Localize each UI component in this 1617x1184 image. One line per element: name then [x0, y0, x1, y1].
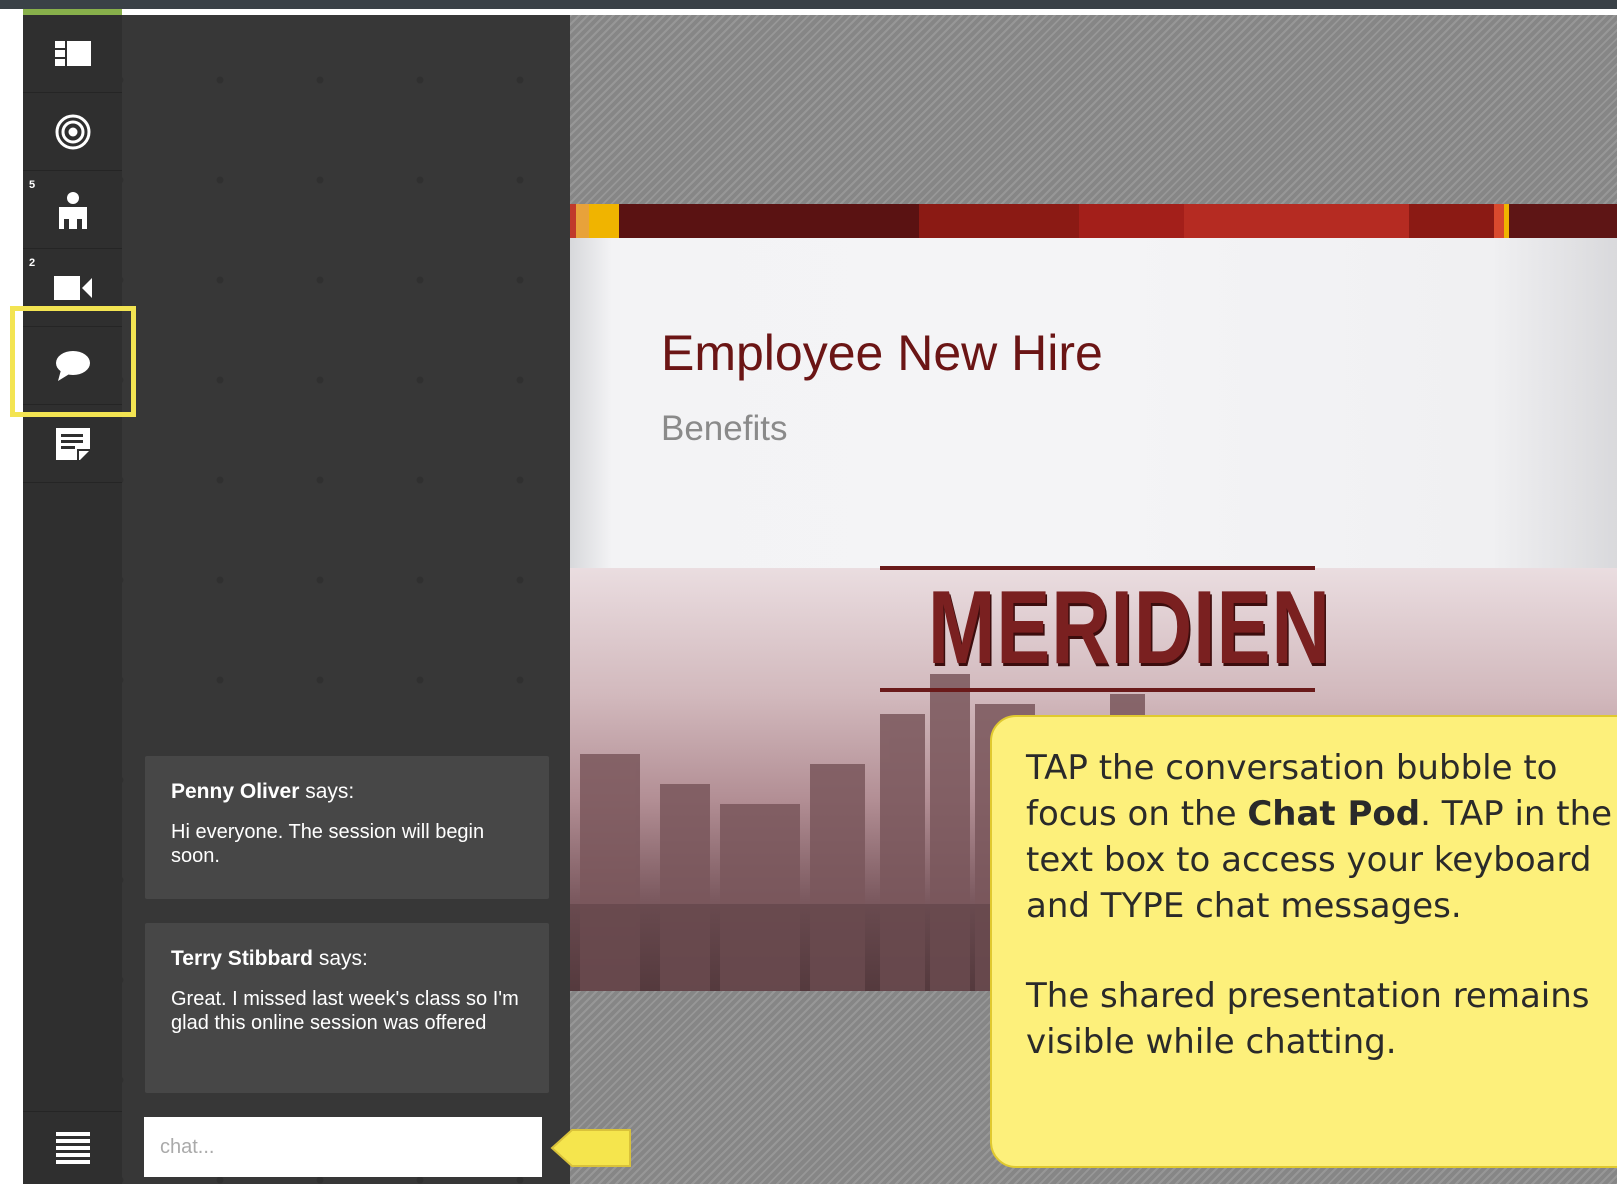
layout-icon [54, 40, 91, 66]
attendees-icon [58, 191, 87, 229]
attendees-button[interactable]: 5 [23, 171, 122, 249]
message-author: Terry Stibbard [171, 947, 313, 970]
instruction-callout: TAP the conversation bubble to focus on … [990, 715, 1617, 1168]
callout-paragraph-2: The shared presentation remains visible … [1026, 976, 1590, 1062]
pointer-arrow-icon [550, 1129, 631, 1167]
chat-button-highlight [10, 306, 136, 417]
chat-pod: Penny Oliver says: Hi everyone. The sess… [122, 15, 570, 1184]
message-header: Penny Oliver says: [171, 780, 523, 804]
video-count-badge: 2 [29, 257, 36, 269]
message-text: Great. I missed last week's class so I'm… [171, 988, 519, 1034]
attendees-count-badge: 5 [29, 179, 36, 191]
notes-icon [55, 427, 90, 460]
menu-button[interactable] [23, 1111, 122, 1184]
hamburger-menu-icon [55, 1132, 90, 1164]
meridien-logo: MERIDIEN [880, 566, 1331, 696]
callout-text-b: Chat Pod [1247, 794, 1421, 834]
top-bar [0, 0, 1617, 9]
target-icon [55, 114, 90, 149]
target-button[interactable] [23, 93, 122, 171]
logo-text: MERIDIEN [927, 570, 1331, 686]
chat-message: Terry Stibbard says: Great. I missed las… [145, 923, 549, 1093]
slide-header-area [570, 238, 1617, 568]
slide-color-stripe [570, 204, 1617, 238]
pod-rail: 5 2 [23, 15, 122, 1184]
logo-rule-bottom [880, 688, 1315, 692]
message-says: says: [299, 780, 355, 803]
slide-subtitle: Benefits [661, 409, 788, 448]
chat-input[interactable] [144, 1117, 542, 1177]
layout-button[interactable] [23, 15, 122, 93]
message-author: Penny Oliver [171, 780, 300, 803]
video-icon [53, 275, 92, 300]
chat-message: Penny Oliver says: Hi everyone. The sess… [145, 756, 549, 899]
callout-paragraph-1: TAP the conversation bubble to focus on … [1026, 745, 1617, 929]
message-header: Terry Stibbard says: [171, 947, 523, 971]
page-edge [0, 9, 23, 1184]
message-says: says: [312, 947, 368, 970]
slide-title: Employee New Hire [661, 325, 1103, 381]
message-text: Hi everyone. The session will begin soon… [171, 821, 485, 867]
